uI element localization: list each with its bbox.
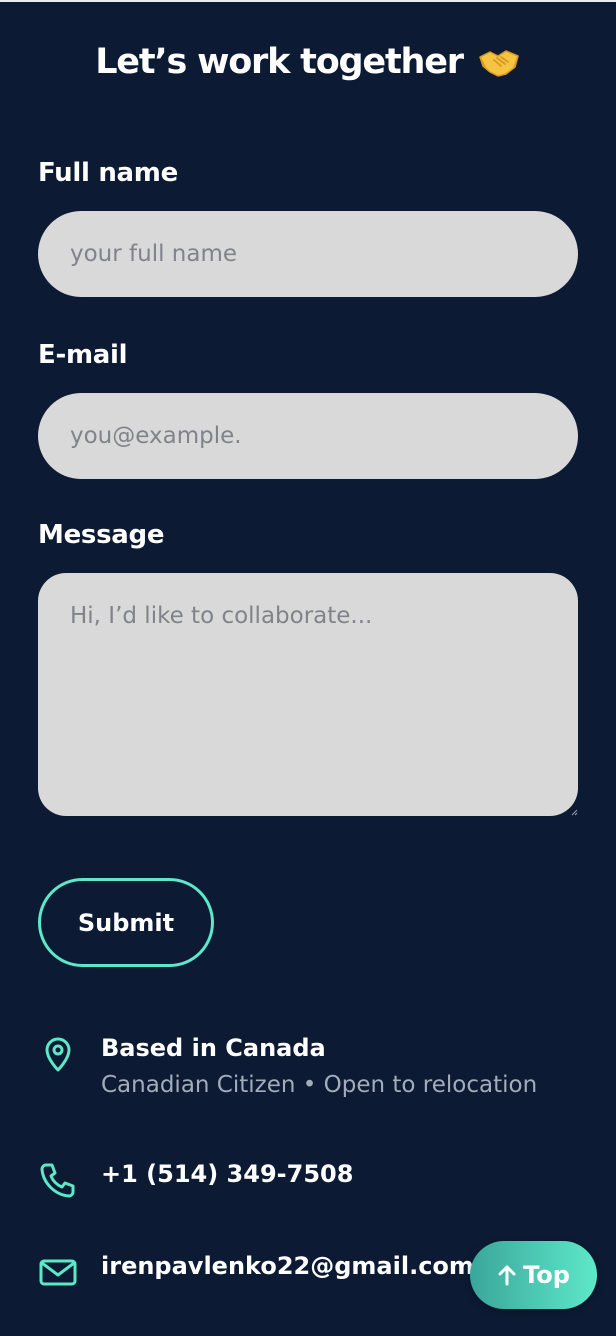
full-name-label: Full name [38,158,178,188]
phone-number[interactable]: +1 (514) 349-7508 [101,1160,353,1188]
message-label: Message [38,520,165,550]
message-textarea[interactable] [38,573,578,816]
email-address[interactable]: irenpavlenko22@gmail.com [101,1252,474,1280]
email-label: E-mail [38,340,128,370]
arrow-up-icon [498,1265,516,1286]
scroll-to-top-label: Top [523,1261,570,1289]
phone-icon [40,1163,75,1198]
handshake-icon [479,50,519,77]
page-title: Let’s work together [95,42,464,82]
full-name-input[interactable] [38,211,578,297]
submit-button[interactable]: Submit [38,878,214,967]
email-input[interactable] [38,393,578,479]
location-title: Based in Canada [101,1034,326,1062]
heading: Let’s work together [0,40,616,84]
resize-grip-icon[interactable] [570,808,578,816]
location-pin-icon [45,1037,71,1072]
scroll-to-top-button[interactable]: Top [470,1241,597,1309]
location-subtitle: Canadian Citizen • Open to relocation [101,1072,538,1098]
top-divider [0,0,616,2]
mail-icon [39,1259,77,1286]
